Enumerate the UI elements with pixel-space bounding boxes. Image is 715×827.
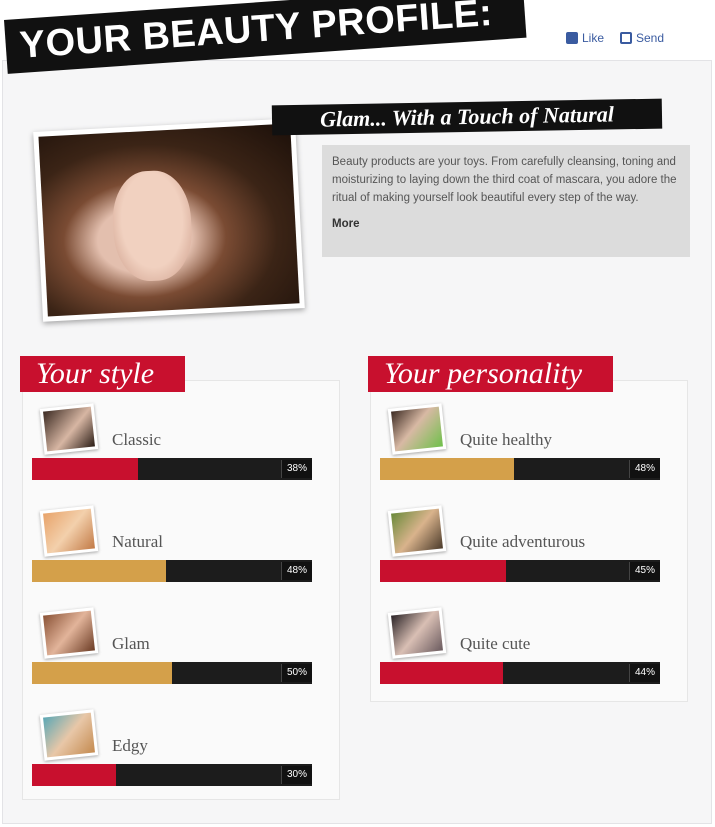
trait-quite-healthy: Quite healthy 48% <box>380 403 660 480</box>
profile-description: Beauty products are your toys. From care… <box>332 156 677 204</box>
personality-section-title: Your personality <box>384 357 583 390</box>
trait-natural: Natural 48% <box>32 505 312 582</box>
trait-thumbnail <box>39 505 99 557</box>
trait-bar-fill <box>380 560 506 582</box>
trait-bar: 30% <box>32 764 312 786</box>
trait-label: Edgy <box>112 736 148 755</box>
trait-percent: 48% <box>629 460 660 478</box>
like-label: Like <box>582 31 605 45</box>
trait-bar-fill <box>32 560 167 582</box>
trait-label: Natural <box>112 532 163 551</box>
send-button[interactable]: Send <box>620 31 664 45</box>
trait-bar-fill <box>380 662 504 684</box>
trait-thumbnail <box>387 607 447 659</box>
send-icon <box>620 32 632 44</box>
trait-edgy: Edgy 30% <box>32 709 312 786</box>
trait-bar-fill <box>32 458 139 480</box>
trait-bar: 44% <box>380 662 660 684</box>
profile-photo <box>33 118 305 322</box>
personality-section-title-banner: Your personality <box>368 356 613 392</box>
trait-label: Quite healthy <box>460 430 553 449</box>
trait-bar: 50% <box>32 662 312 684</box>
trait-percent: 30% <box>281 766 312 784</box>
trait-bar-fill <box>380 458 515 480</box>
trait-percent: 48% <box>281 562 312 580</box>
trait-label: Quite cute <box>460 634 531 653</box>
trait-quite-cute: Quite cute 44% <box>380 607 660 684</box>
trait-thumbnail <box>39 403 99 455</box>
trait-glam: Glam 50% <box>32 607 312 684</box>
trait-percent: 38% <box>281 460 312 478</box>
trait-bar: 38% <box>32 458 312 480</box>
trait-percent: 50% <box>281 664 312 682</box>
trait-thumbnail <box>387 505 447 557</box>
trait-quite-adventurous: Quite adventurous 45% <box>380 505 660 582</box>
trait-thumbnail <box>387 403 447 455</box>
trait-label: Quite adventurous <box>460 532 586 551</box>
trait-bar: 45% <box>380 560 660 582</box>
trait-bar-fill <box>32 764 116 786</box>
trait-bar: 48% <box>32 560 312 582</box>
facebook-like-icon <box>566 32 578 44</box>
trait-label: Classic <box>112 430 162 449</box>
trait-classic: Classic 38% <box>32 403 312 480</box>
page-title: YOUR BEAUTY PROFILE: <box>18 0 494 67</box>
trait-percent: 45% <box>629 562 660 580</box>
trait-label: Glam <box>112 634 150 653</box>
style-section-title: Your style <box>36 357 155 390</box>
send-label: Send <box>636 31 665 45</box>
trait-thumbnail <box>39 607 99 659</box>
trait-bar: 48% <box>380 458 660 480</box>
trait-thumbnail <box>39 709 99 761</box>
trait-percent: 44% <box>629 664 660 682</box>
profile-description-box: Beauty products are your toys. From care… <box>322 145 690 257</box>
like-button[interactable]: Like <box>566 31 604 45</box>
trait-bar-fill <box>32 662 172 684</box>
more-link[interactable]: More <box>332 215 680 233</box>
style-section-title-banner: Your style <box>20 356 185 392</box>
profile-tagline: Glam... With a Touch of Natural <box>319 101 615 132</box>
